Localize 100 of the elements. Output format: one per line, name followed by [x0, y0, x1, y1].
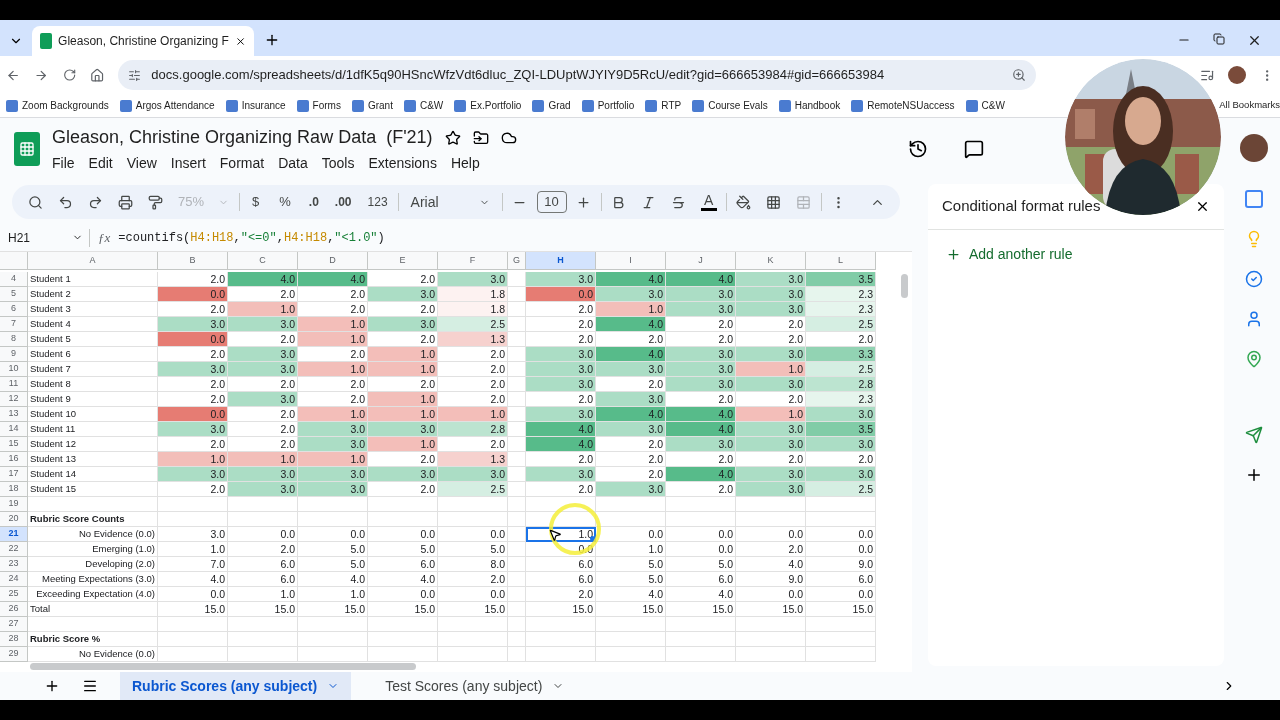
row-number[interactable]: 6: [0, 302, 28, 317]
bookmark[interactable]: Ex.Portfolio: [454, 98, 522, 113]
all-bookmarks[interactable]: All Bookmarks: [1219, 98, 1280, 113]
row-number[interactable]: 24: [0, 572, 28, 587]
row-number[interactable]: 17: [0, 467, 28, 482]
bookmark[interactable]: Course Evals: [692, 98, 768, 113]
history-icon[interactable]: [908, 139, 928, 159]
fill-handle[interactable]: [590, 536, 595, 541]
column-header[interactable]: C: [228, 252, 298, 270]
bookmark[interactable]: Argos Attendance: [119, 98, 215, 113]
restore-icon[interactable]: [1213, 33, 1225, 45]
address-bar[interactable]: docs.google.com/spreadsheets/d/1dfK5q90HSncWfzVdt6dluc_ZQI-LDUptWJYIY9D5RcU/edit?gid=666653984#gid=666653984: [118, 60, 1037, 90]
document-title[interactable]: Gleason, Christine Organizing Raw Data (F'21): [52, 124, 433, 151]
column-header[interactable]: D: [298, 252, 368, 270]
row-number[interactable]: 15: [0, 437, 28, 452]
row-number[interactable]: 29: [0, 647, 28, 662]
comment-icon[interactable]: [964, 139, 984, 159]
profile-avatar[interactable]: [1228, 66, 1246, 84]
row-number[interactable]: 18: [0, 482, 28, 497]
row-number[interactable]: 20: [0, 512, 28, 527]
browser-tab[interactable]: Gleason, Christine Organizing F: [32, 26, 254, 56]
currency-button[interactable]: $: [244, 192, 268, 212]
text-color-button[interactable]: A: [695, 189, 722, 215]
row-number[interactable]: 28: [0, 632, 28, 647]
percent-button[interactable]: %: [271, 192, 299, 212]
move-icon[interactable]: [472, 129, 489, 146]
font-select[interactable]: Arial: [402, 191, 498, 213]
add-rule-button[interactable]: Add another rule: [946, 244, 1073, 265]
vertical-scrollbar[interactable]: [901, 274, 908, 298]
account-avatar[interactable]: [1240, 134, 1268, 162]
tasks-icon[interactable]: [1245, 270, 1263, 288]
add-sheet-icon[interactable]: [44, 678, 60, 694]
decrease-decimals-button[interactable]: .0: [302, 193, 325, 211]
row-number[interactable]: 23: [0, 557, 28, 572]
bookmark[interactable]: Zoom Backgrounds: [6, 98, 109, 113]
formula-text[interactable]: =countifs(H4:H18,"<=0",H4:H18,"<1.0"): [118, 228, 385, 247]
row-number[interactable]: 14: [0, 422, 28, 437]
row-number[interactable]: 16: [0, 452, 28, 467]
bookmark[interactable]: Portfolio: [581, 98, 635, 113]
column-header[interactable]: K: [736, 252, 806, 270]
menu-item[interactable]: Help: [450, 153, 480, 174]
column-header[interactable]: L: [806, 252, 876, 270]
row-number[interactable]: 19: [0, 497, 28, 512]
column-header[interactable]: F: [438, 252, 508, 270]
column-header[interactable]: G: [508, 252, 526, 270]
bookmark[interactable]: Forms: [296, 98, 341, 113]
row-number[interactable]: 27: [0, 617, 28, 632]
close-icon[interactable]: [1195, 199, 1210, 214]
row-number[interactable]: 4: [0, 272, 28, 287]
row-number[interactable]: 22: [0, 542, 28, 557]
row-number[interactable]: 26: [0, 602, 28, 617]
new-tab-icon[interactable]: [264, 32, 280, 48]
corner-cell[interactable]: [0, 252, 28, 270]
sheets-logo-icon[interactable]: [14, 132, 40, 166]
zoom-icon[interactable]: [1012, 68, 1027, 82]
menu-item[interactable]: Insert: [170, 153, 206, 174]
bookmark[interactable]: Handbook: [778, 98, 841, 113]
row-number[interactable]: 12: [0, 392, 28, 407]
horizontal-scrollbar[interactable]: [30, 663, 416, 670]
sheet-tab[interactable]: Test Scores (any subject): [373, 672, 577, 700]
bookmark[interactable]: Grant: [351, 98, 393, 113]
contacts-icon[interactable]: [1245, 310, 1263, 328]
site-info-icon[interactable]: [128, 68, 142, 82]
menu-item[interactable]: Format: [219, 153, 265, 174]
row-number[interactable]: 21: [0, 527, 28, 542]
row-number[interactable]: 7: [0, 317, 28, 332]
column-header[interactable]: J: [666, 252, 736, 270]
number-format-button[interactable]: 123: [361, 193, 394, 211]
bookmark[interactable]: C&W: [965, 98, 1005, 113]
row-number[interactable]: 13: [0, 407, 28, 422]
bookmark[interactable]: RemoteNSUaccess: [851, 98, 955, 113]
column-header[interactable]: B: [158, 252, 228, 270]
name-box[interactable]: H21: [8, 228, 90, 247]
row-number[interactable]: 5: [0, 287, 28, 302]
sheet-tab[interactable]: Rubric Scores (any subject): [120, 672, 352, 700]
menu-item[interactable]: File: [52, 153, 75, 174]
column-header[interactable]: H: [526, 252, 596, 270]
all-sheets-icon[interactable]: [82, 678, 98, 694]
bookmark[interactable]: Grad: [532, 98, 571, 113]
row-number[interactable]: 11: [0, 377, 28, 392]
column-header[interactable]: A: [28, 252, 158, 270]
bookmark[interactable]: RTP: [645, 98, 682, 113]
row-number[interactable]: 10: [0, 362, 28, 377]
add-icon[interactable]: [1245, 466, 1263, 484]
column-header[interactable]: I: [596, 252, 666, 270]
menu-item[interactable]: Edit: [88, 153, 113, 174]
column-header[interactable]: E: [368, 252, 438, 270]
star-icon[interactable]: [444, 129, 461, 146]
increase-decimals-button[interactable]: .00: [328, 193, 358, 211]
close-icon[interactable]: [1247, 33, 1262, 48]
row-number[interactable]: 8: [0, 332, 28, 347]
bookmark[interactable]: Insurance: [225, 98, 286, 113]
maps-icon[interactable]: [1245, 350, 1263, 368]
menu-item[interactable]: Data: [278, 153, 308, 174]
bookmark[interactable]: C&W: [403, 98, 444, 113]
menu-item[interactable]: Extensions: [368, 153, 437, 174]
reload-icon[interactable]: [62, 68, 77, 82]
menu-item[interactable]: Tools: [321, 153, 355, 174]
menu-item[interactable]: View: [126, 153, 157, 174]
row-number[interactable]: 25: [0, 587, 28, 602]
